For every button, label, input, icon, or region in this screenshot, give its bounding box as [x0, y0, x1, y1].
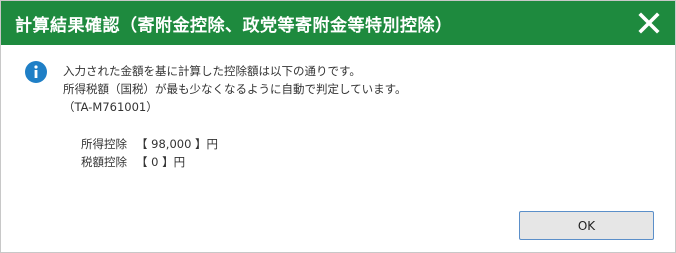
result-label: 税額控除: [81, 155, 127, 169]
message-line-1: 入力された金額を基に計算した控除額は以下の通りです。: [63, 64, 361, 78]
dialog-title: 計算結果確認（寄附金控除、政党等寄附金等特別控除）: [15, 16, 453, 36]
result-value: 【 98,000 】円: [136, 137, 219, 151]
result-value: 【 0 】円: [136, 155, 186, 169]
message-line-2: 所得税額（国税）が最も少なくなるように自動で判定しています。: [63, 82, 407, 96]
dialog-titlebar: 計算結果確認（寄附金控除、政党等寄附金等特別控除）: [1, 1, 675, 45]
ok-button[interactable]: OK: [519, 211, 654, 240]
info-icon: [25, 61, 47, 83]
close-button[interactable]: [635, 9, 663, 37]
result-label: 所得控除: [81, 137, 127, 151]
message-code: （TA-M761001）: [63, 100, 158, 114]
calculation-result-dialog: 計算結果確認（寄附金控除、政党等寄附金等特別控除） 入力された金額を基に計算した…: [0, 0, 676, 253]
close-icon: [638, 12, 660, 34]
